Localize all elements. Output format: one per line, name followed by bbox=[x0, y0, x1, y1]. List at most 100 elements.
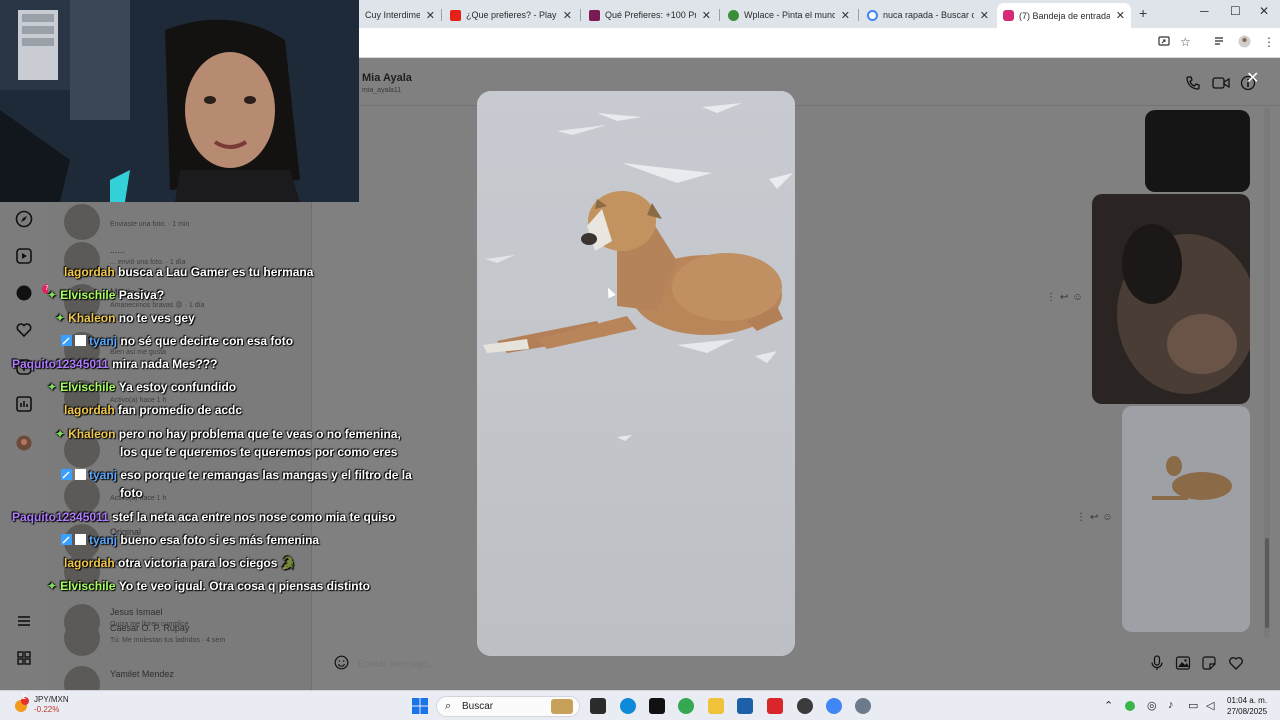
chat-contact-username: mia_ayala11 bbox=[362, 87, 402, 94]
streamer-webcam bbox=[0, 0, 359, 202]
like-heart-icon[interactable] bbox=[1228, 655, 1244, 674]
message-composer bbox=[332, 650, 1272, 678]
image-upload-icon[interactable] bbox=[1175, 655, 1191, 674]
widget-badge: 2 bbox=[22, 694, 26, 701]
search-highlight-icon bbox=[551, 699, 573, 714]
playlist-icon[interactable] bbox=[1214, 35, 1226, 50]
weather-widget-icon[interactable]: 2 bbox=[12, 694, 30, 714]
google-icon bbox=[867, 9, 878, 21]
nvidia-tray-icon[interactable] bbox=[1125, 701, 1135, 711]
vip-badge-icon bbox=[75, 469, 86, 480]
task-view-icon[interactable] bbox=[590, 698, 606, 714]
chat-area: Mia Ayala mia_ayala11 ⋮↩☺ ⋮↩☺ bbox=[312, 58, 1280, 690]
reels-icon[interactable] bbox=[15, 247, 33, 265]
file-explorer-icon[interactable] bbox=[708, 698, 724, 714]
obs-icon[interactable] bbox=[797, 698, 813, 714]
browser-tab[interactable]: nuca rapada - Buscar con✕ bbox=[861, 4, 995, 26]
chrome-active-icon[interactable] bbox=[826, 698, 842, 714]
browser-menu-icon[interactable]: ⋮ bbox=[1263, 35, 1275, 49]
close-modal-icon[interactable]: ✕ bbox=[1246, 68, 1259, 88]
sub-badge-icon: ✦ bbox=[47, 288, 58, 302]
avatar bbox=[64, 204, 100, 240]
tray-chevron-icon[interactable]: ⌃ bbox=[1104, 699, 1113, 712]
currency-ticker[interactable]: JPY/MXN -0.22% bbox=[34, 695, 69, 715]
minimize-button[interactable]: ─ bbox=[1200, 4, 1209, 18]
heart-icon[interactable] bbox=[15, 321, 33, 339]
browser-tab[interactable]: ¿Que prefieres? - Play o X✕ bbox=[444, 4, 578, 26]
chat-scrollbar-thumb[interactable] bbox=[1265, 538, 1269, 628]
sent-photo-message[interactable] bbox=[1145, 110, 1250, 192]
settings-gear-icon[interactable] bbox=[855, 698, 871, 714]
instagram-sidebar: 7 bbox=[0, 202, 52, 692]
sticker-icon[interactable] bbox=[1201, 655, 1217, 674]
more-apps-icon[interactable] bbox=[15, 649, 33, 667]
bookmark-star-icon[interactable]: ☆ bbox=[1180, 35, 1191, 49]
photo-viewer-image[interactable] bbox=[477, 91, 795, 656]
profile-avatar-icon[interactable] bbox=[15, 434, 33, 452]
store-icon[interactable] bbox=[737, 698, 753, 714]
chrome-icon[interactable] bbox=[678, 698, 694, 714]
chat-header: Mia Ayala mia_ayala11 bbox=[312, 58, 1280, 106]
edge-icon[interactable] bbox=[620, 698, 636, 714]
maximize-button[interactable]: ☐ bbox=[1230, 4, 1241, 18]
microphone-tray-icon[interactable]: ♪ bbox=[1168, 699, 1174, 711]
sent-dog-photo-message[interactable] bbox=[1122, 406, 1250, 632]
tab-close-icon[interactable]: ✕ bbox=[702, 9, 711, 22]
conversation-item[interactable]: Caesar O. P. Rupay Tú: Me molestan tus la… bbox=[64, 618, 304, 658]
chat-contact-name[interactable]: Mia Ayala bbox=[362, 72, 412, 84]
chat-scrollbar[interactable] bbox=[1264, 108, 1270, 638]
network-tray-icon[interactable]: ◎ bbox=[1147, 699, 1157, 712]
tab-close-icon[interactable]: ✕ bbox=[1116, 9, 1125, 22]
stream-chat-message: lagordah busca a Lau Gamer es tu hermana bbox=[64, 265, 314, 279]
messages-icon[interactable]: 7 bbox=[15, 284, 52, 302]
display-tray-icon[interactable]: ▭ bbox=[1188, 699, 1198, 712]
vip-badge-icon bbox=[75, 534, 86, 545]
insights-icon[interactable] bbox=[15, 395, 33, 413]
vip-badge-icon bbox=[75, 335, 86, 346]
stream-chat-message: Paquito12345011 stef la neta aca entre n… bbox=[12, 510, 396, 524]
emoji-icon[interactable] bbox=[334, 655, 349, 673]
moderator-badge-icon bbox=[61, 469, 72, 480]
taskbar-search[interactable]: ⌕ Buscar bbox=[436, 696, 580, 717]
message-input[interactable] bbox=[358, 656, 858, 672]
new-tab-button[interactable]: + bbox=[1139, 5, 1147, 21]
wps-office-icon[interactable] bbox=[767, 698, 783, 714]
moderator-badge-icon bbox=[61, 335, 72, 346]
conversation-item[interactable]: Enviaste una foto. · 1 min bbox=[64, 202, 304, 242]
message-actions[interactable]: ⋮↩☺ bbox=[1046, 292, 1087, 303]
cast-icon[interactable] bbox=[1158, 35, 1170, 50]
close-window-button[interactable]: ✕ bbox=[1259, 4, 1269, 18]
video-call-icon[interactable] bbox=[1212, 75, 1230, 95]
system-clock[interactable]: 01:04 a. m. 27/08/2025 bbox=[1227, 695, 1267, 717]
sent-photo-message[interactable] bbox=[1092, 194, 1250, 404]
site-icon bbox=[589, 9, 600, 21]
sub-badge-icon: ✦ bbox=[47, 380, 58, 394]
browser-address-bar: ☆ ⋮ bbox=[359, 28, 1280, 58]
phone-icon[interactable] bbox=[1185, 75, 1201, 95]
tab-close-icon[interactable]: ✕ bbox=[841, 9, 850, 22]
sub-badge-icon: ✦ bbox=[47, 579, 58, 593]
tab-close-icon[interactable]: ✕ bbox=[426, 9, 435, 22]
stream-chat-message: tyanj no sé que decirte con esa foto bbox=[61, 332, 293, 350]
globe-icon bbox=[728, 9, 739, 21]
profile-icon[interactable] bbox=[1238, 35, 1251, 51]
stream-chat-message: Paquito12345011 mira nada Mes??? bbox=[12, 357, 218, 371]
stream-chat-message: ✦ Elvischile Yo te veo igual. Otra cosa q… bbox=[47, 579, 370, 593]
tiktok-icon[interactable] bbox=[649, 698, 665, 714]
stream-chat-message-continuation: los que te queremos te queremos por como… bbox=[120, 445, 398, 459]
menu-icon[interactable] bbox=[15, 612, 33, 630]
search-icon: ⌕ bbox=[445, 700, 452, 712]
message-actions[interactable]: ⋮↩☺ bbox=[1076, 512, 1117, 523]
stream-chat-message: tyanj bueno esa foto si es más femenina bbox=[61, 531, 319, 549]
browser-tab[interactable]: Wplace - Pinta el mundo ✕ bbox=[722, 4, 856, 26]
volume-tray-icon[interactable]: ◁ bbox=[1206, 699, 1214, 712]
microphone-icon[interactable] bbox=[1150, 655, 1164, 674]
browser-tab[interactable]: Qué Prefieres: +100 Preg✕ bbox=[583, 4, 717, 26]
tab-close-icon[interactable]: ✕ bbox=[980, 9, 989, 22]
windows-taskbar: 2 JPY/MXN -0.22% ⌕ Buscar ⌃ ◎ ♪ ▭ ◁ 01:0… bbox=[0, 690, 1280, 720]
windows-start-icon[interactable] bbox=[412, 698, 428, 714]
browser-tab-active[interactable]: (7) Bandeja de entrada • I✕ bbox=[997, 3, 1131, 28]
browser-tab[interactable]: Cuy Interdimen✕ bbox=[359, 4, 441, 26]
explore-icon[interactable] bbox=[15, 210, 33, 228]
tab-close-icon[interactable]: ✕ bbox=[563, 9, 572, 22]
